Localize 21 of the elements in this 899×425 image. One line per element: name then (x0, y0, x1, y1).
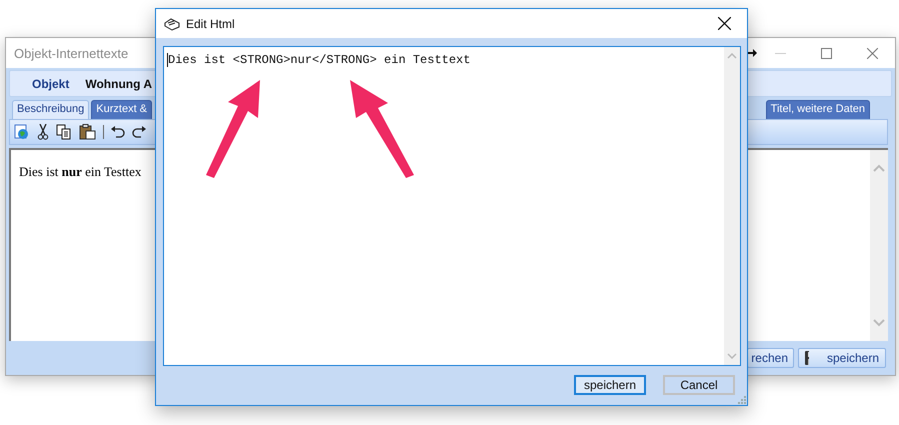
paste-icon[interactable] (79, 124, 96, 140)
tab[interactable]: Kurztext & (91, 100, 152, 119)
window-title: Objekt-Internettexte (14, 46, 128, 60)
dialog-title: Edit Html (186, 16, 235, 30)
tab[interactable]: Beschreibung (12, 100, 90, 119)
redo-icon[interactable] (132, 126, 146, 138)
undo-icon[interactable] (111, 126, 125, 138)
scissors-icon[interactable] (37, 124, 49, 140)
copy-icon[interactable] (56, 124, 72, 140)
tab[interactable]: Titel, weitere Daten (766, 100, 870, 119)
menu-item[interactable]: Wohnung A (85, 76, 152, 90)
globe-icon[interactable] (14, 124, 30, 140)
dialog-button[interactable]: speichern (574, 375, 646, 395)
text-button[interactable]: rechen (747, 348, 794, 368)
maximize-icon[interactable] (820, 48, 832, 58)
resize-grip-icon[interactable] (738, 396, 746, 404)
close-icon[interactable] (718, 17, 730, 30)
rich-text: Dies ist nur ein Testtex (19, 164, 142, 180)
save-button[interactable]: speichern (798, 348, 886, 368)
dialog-button[interactable]: Cancel (663, 375, 735, 395)
menu-item[interactable]: Objekt (32, 76, 70, 90)
